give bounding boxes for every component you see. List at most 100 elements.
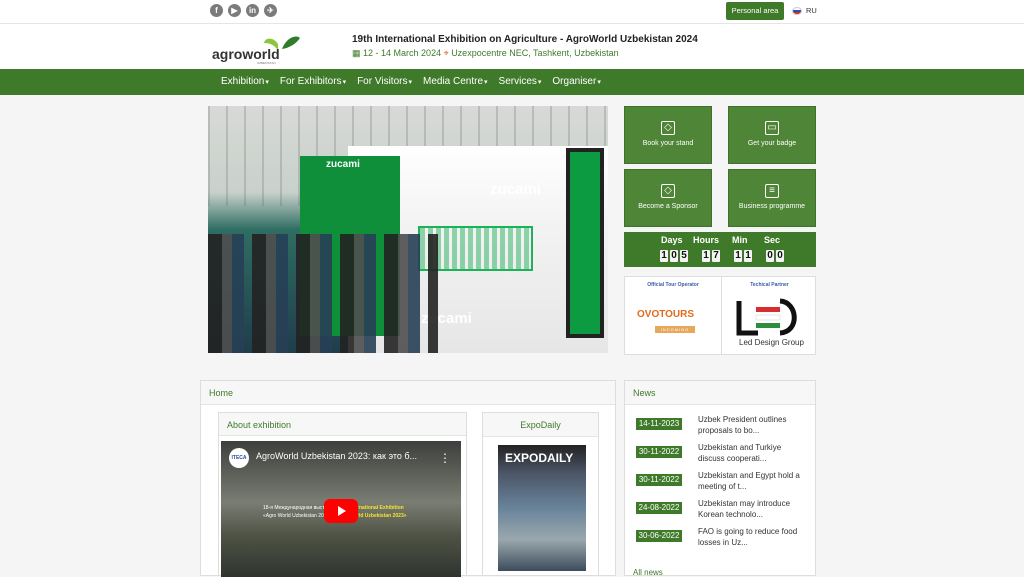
news-item[interactable]: 14-11-2023 Uzbek President outlines prop…: [625, 411, 817, 439]
expodaily-magazine-cover[interactable]: EXPODAILY: [498, 445, 586, 571]
telegram-icon[interactable]: ✈: [264, 4, 277, 17]
led-design-logo-icon: [736, 298, 797, 336]
facebook-icon[interactable]: f: [210, 4, 223, 17]
countdown-minutes-label: Min: [732, 235, 748, 245]
expodaily-magazine-title: EXPODAILY: [505, 451, 574, 465]
news-headline[interactable]: FAO is going to reduce food losses in Uz…: [698, 526, 802, 548]
ovotours-logo: OVOTOURS: [637, 309, 694, 320]
countdown-timer: Days Hours Min Sec 1 0 5 1 7 1 1 0 0: [624, 232, 816, 267]
nav-media-centre[interactable]: Media Centre: [423, 76, 488, 87]
badge-icon: ▭: [765, 121, 779, 135]
nav-exhibition[interactable]: Exhibition: [221, 76, 269, 87]
news-date: 24-08-2022: [636, 502, 682, 514]
booth-kiosk: [566, 148, 604, 338]
expodaily-card: ExpoDaily EXPODAILY: [482, 412, 599, 576]
countdown-seconds-label: Sec: [764, 235, 781, 245]
seconds-digit: 0: [776, 250, 784, 262]
days-digits: 1 0 5: [660, 250, 688, 262]
logo-text: agroworld: [212, 46, 280, 62]
about-exhibition-heading: About exhibition: [219, 413, 466, 436]
news-panel: News 14-11-2023 Uzbek President outlines…: [624, 380, 817, 577]
technical-partner-title: Techical Partner: [750, 282, 789, 288]
social-links: f ▶ in ✈: [210, 4, 277, 17]
book-stand-tile[interactable]: ◇ Book your stand: [624, 106, 712, 164]
nav-organiser[interactable]: Organiser: [552, 76, 600, 87]
minutes-digits: 1 1: [734, 250, 752, 262]
news-date: 14-11-2023: [636, 418, 682, 430]
sponsor-icon: ◇: [661, 184, 675, 198]
home-heading: Home: [201, 381, 615, 405]
logo-subtitle: UZBEKISTAN: [257, 61, 276, 65]
about-exhibition-card: About exhibition ITECA AgroWorld Uzbekis…: [218, 412, 467, 577]
become-sponsor-label: Become a Sponsor: [638, 203, 698, 210]
more-options-icon[interactable]: ⋮: [439, 451, 451, 465]
ovotours-tagline: INCOMING: [655, 326, 695, 333]
minutes-digit: 1: [734, 250, 742, 262]
partners-panel: Official Tour Operator OVOTOURS INCOMING…: [624, 276, 816, 355]
hours-digits: 1 7: [702, 250, 720, 262]
news-headline[interactable]: Uzbek President outlines proposals to bo…: [698, 414, 802, 436]
news-date: 30-11-2022: [636, 474, 682, 486]
news-item[interactable]: 30-06-2022 FAO is going to reduce food l…: [625, 523, 817, 551]
book-stand-label: Book your stand: [642, 140, 694, 147]
zucami-logo-small: zucami: [326, 159, 360, 170]
russia-flag-icon: [792, 6, 802, 15]
news-headline[interactable]: Uzbekistan and Egypt hold a meeting of t…: [698, 470, 802, 492]
personal-area-button[interactable]: Personal area: [726, 2, 784, 20]
programme-icon: ≡: [765, 184, 779, 198]
linkedin-icon[interactable]: in: [246, 4, 259, 17]
location-pin-icon: ⌖: [443, 48, 449, 58]
event-venue: Uzexpocentre NEC, Tashkent, Uzbekistan: [451, 48, 619, 58]
hero-image: zucami zucami zucami: [208, 106, 608, 353]
calendar-icon: ▦: [352, 48, 361, 58]
technical-partner[interactable]: Techical Partner Led Design Group: [721, 277, 817, 354]
exhibition-video[interactable]: ITECA AgroWorld Uzbekistan 2023: как это…: [221, 441, 461, 577]
news-item[interactable]: 30-11-2022 Uzbekistan and Egypt hold a m…: [625, 467, 817, 495]
business-programme-label: Business programme: [738, 203, 806, 210]
days-digit: 5: [680, 250, 688, 262]
minutes-digit: 1: [744, 250, 752, 262]
tour-operator-partner[interactable]: Official Tour Operator OVOTOURS INCOMING: [625, 277, 721, 354]
news-item[interactable]: 24-08-2022 Uzbekistan may introduce Kore…: [625, 495, 817, 523]
days-digit: 1: [660, 250, 668, 262]
news-heading: News: [625, 381, 815, 405]
led-design-name: Led Design Group: [739, 338, 804, 347]
hours-digit: 7: [712, 250, 720, 262]
agroworld-logo[interactable]: agroworld UZBEKISTAN: [212, 30, 304, 66]
nav-services[interactable]: Services: [499, 76, 542, 87]
countdown-hours-label: Hours: [693, 235, 720, 245]
visitors-crowd: [208, 234, 438, 353]
expodaily-heading: ExpoDaily: [483, 413, 598, 437]
event-meta: ▦ 12 - 14 March 2024 ⌖ Uzexpocentre NEC,…: [352, 48, 619, 59]
event-dates: 12 - 14 March 2024: [363, 48, 442, 58]
iteca-channel-icon: ITECA: [229, 448, 249, 468]
event-title: 19th International Exhibition on Agricul…: [352, 34, 698, 45]
business-programme-tile[interactable]: ≡ Business programme: [728, 169, 816, 227]
site-header: agroworld UZBEKISTAN 19th International …: [0, 24, 1024, 69]
nav-for-visitors[interactable]: For Visitors: [357, 76, 412, 87]
language-selector[interactable]: RU: [792, 6, 817, 15]
main-navigation: Exhibition For Exhibitors For Visitors M…: [0, 69, 1024, 95]
hours-digit: 1: [702, 250, 710, 262]
news-date: 30-11-2022: [636, 446, 682, 458]
zucami-logo-main: zucami: [490, 181, 541, 198]
nav-for-exhibitors[interactable]: For Exhibitors: [280, 76, 346, 87]
ovotours-name: OVOTOURS: [637, 309, 695, 320]
seconds-digits: 0 0: [766, 250, 784, 262]
get-badge-tile[interactable]: ▭ Get your badge: [728, 106, 816, 164]
youtube-play-button[interactable]: [324, 499, 358, 523]
video-caption: 18-я Международная выставка 18th Interna…: [263, 504, 453, 520]
video-title[interactable]: AgroWorld Uzbekistan 2023: как это б...: [256, 451, 417, 461]
top-bar: f ▶ in ✈ Personal area RU: [0, 0, 1024, 24]
stand-icon: ◇: [661, 121, 675, 135]
tour-operator-title: Official Tour Operator: [647, 282, 699, 288]
news-headline[interactable]: Uzbekistan and Turkiye discuss cooperati…: [698, 442, 802, 464]
caption-russian-line-2: «Agro World Uzbekistan 2023»: [263, 513, 333, 519]
news-headline[interactable]: Uzbekistan may introduce Korean technolo…: [698, 498, 802, 520]
news-item[interactable]: 30-11-2022 Uzbekistan and Turkiye discus…: [625, 439, 817, 467]
youtube-icon[interactable]: ▶: [228, 4, 241, 17]
news-date: 30-06-2022: [636, 530, 682, 542]
become-sponsor-tile[interactable]: ◇ Become a Sponsor: [624, 169, 712, 227]
days-digit: 0: [670, 250, 678, 262]
language-label: RU: [806, 6, 817, 15]
